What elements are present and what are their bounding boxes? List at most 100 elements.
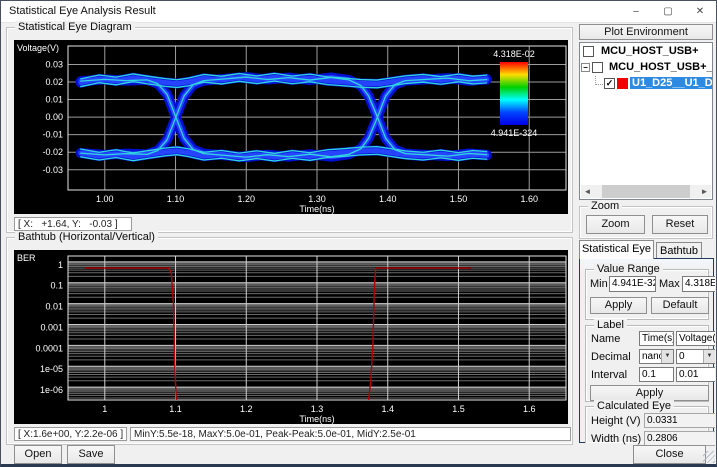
zoom-group-title: Zoom [588,200,622,212]
bathtub-stats: MinY:5.5e-18, MaxY:5.0e-01, Peak-Peak:5.… [130,427,571,441]
svg-text:1.00: 1.00 [96,194,114,204]
maximize-button[interactable]: ▢ [652,1,684,22]
bathtub-group: Bathtub (Horizontal/Vertical) 10.10.010.… [6,237,573,445]
tree-horizontal-scrollbar[interactable]: ◄ ► [581,185,711,198]
tab-label: Statistical Eye [582,243,651,255]
reset-button[interactable]: Reset [652,215,708,234]
zoom-group: Zoom Zoom Reset [579,206,713,239]
decimal-voltage-value: 0 [679,351,685,362]
tree-item-root[interactable]: MCU_HOST_USB+ [580,43,712,59]
svg-text:0.02: 0.02 [45,77,63,87]
tree-item-label[interactable]: MCU_HOST_USB+ [601,45,699,57]
svg-text:1.60: 1.60 [520,194,538,204]
trace-color-swatch [617,78,628,89]
decimal-voltage-combo[interactable]: 0 ▼ [676,349,715,364]
decimal-label: Decimal [591,351,631,363]
eye-height-label: Height (V) [591,415,641,427]
resize-grip[interactable] [703,451,715,463]
svg-text:0.0001: 0.0001 [35,343,63,353]
statistical-eye-diagram-group: Statistical Eye Diagram 0.030.020.010.00… [6,27,573,233]
minimize-button[interactable]: – [620,1,652,22]
tab-bathtub[interactable]: Bathtub [656,242,702,259]
chevron-down-icon[interactable]: ▼ [703,350,715,363]
svg-text:Voltage(V): Voltage(V) [17,43,59,53]
max-label: Max [659,278,680,290]
svg-text:0.1: 0.1 [50,281,63,291]
apply-label: Apply [605,298,633,313]
reset-button-label: Reset [666,216,695,233]
open-button[interactable]: Open [14,445,62,464]
statistical-eye-diagram-title: Statistical Eye Diagram [15,21,135,33]
chevron-down-icon[interactable]: ▼ [661,350,673,363]
eye-diagram-plot[interactable]: 0.030.020.010.00-0.01-0.02-0.031.001.101… [14,40,568,214]
scrollbar-thumb[interactable] [602,185,690,198]
svg-text:1: 1 [58,260,63,270]
value-range-apply-button[interactable]: Apply [590,297,647,314]
svg-text:4.318E-02: 4.318E-02 [493,49,535,59]
tab-label: Bathtub [660,245,698,257]
close-window-button[interactable]: ✕ [684,1,716,22]
svg-text:0.00: 0.00 [45,112,63,122]
svg-text:1.40: 1.40 [379,194,397,204]
svg-text:0.001: 0.001 [40,322,63,332]
tree-item-label[interactable]: MCU_HOST_USB+__MCU_HO [609,61,713,73]
svg-text:0.01: 0.01 [45,95,63,105]
interval-voltage-input[interactable]: 0.01 [676,367,715,382]
eye-cursor-status: [ X: +1.64, Y: -0.03 ] [14,217,132,231]
zoom-button-label: Zoom [601,216,629,233]
bathtub-title: Bathtub (Horizontal/Vertical) [15,231,158,243]
bathtub-plot[interactable]: 10.10.010.0010.00011e-051e-0611.11.21.31… [14,250,568,424]
svg-text:1.50: 1.50 [450,194,468,204]
scroll-left-icon[interactable]: ◄ [581,185,594,198]
name-time-input[interactable]: Time(s) [639,331,674,346]
svg-text:4.941E-324: 4.941E-324 [491,128,538,138]
max-value-input[interactable]: 4.318E-02 [682,276,715,292]
tree-item-label[interactable]: U1_D25__U1_D24 [630,77,713,89]
tree-item-signal-selected[interactable]: ✓ U1_D25__U1_D24 [580,75,712,91]
value-range-default-button[interactable]: Default [651,297,709,314]
svg-text:BER: BER [17,253,36,263]
checkbox-unchecked-icon[interactable] [592,62,603,73]
bathtub-cursor-status: [ X:1.6e+00, Y:2.2e-06 ] [14,427,127,441]
svg-text:1.2: 1.2 [240,404,253,414]
decimal-time-combo[interactable]: nano ▼ [639,349,674,364]
tab-statistical-eye[interactable]: Statistical Eye [579,240,654,259]
eye-width-value: 0.2806 [644,431,715,446]
interval-time-input[interactable]: 0.1 [639,367,674,382]
statistical-eye-tab-panel: Value Range Min 4.941E-324 Max 4.318E-02… [579,258,714,443]
signal-tree[interactable]: MCU_HOST_USB+ − MCU_HOST_USB+__MCU_HO ✓ … [579,42,713,200]
value-range-title: Value Range [594,263,663,275]
svg-text:1.4: 1.4 [381,404,394,414]
svg-text:Time(ns): Time(ns) [299,204,334,214]
plot-environment-button[interactable]: Plot Environment [579,24,713,40]
scroll-right-icon[interactable]: ► [698,185,711,198]
svg-text:1: 1 [102,404,107,414]
save-button[interactable]: Save [67,445,115,464]
name-voltage-input[interactable]: Voltage(V) [676,331,715,346]
tree-connector-line [595,76,603,85]
zoom-button[interactable]: Zoom [586,215,645,234]
close-button[interactable]: Close [633,445,706,464]
calculated-eye-group: Calculated Eye Height (V) 0.0331 Width (… [585,406,709,443]
label-group: Label Name Time(s) Voltage(V) Decimal na… [585,325,709,402]
tree-item-net[interactable]: − MCU_HOST_USB+__MCU_HO [580,59,712,75]
interval-label: Interval [591,369,627,381]
collapse-expander-icon[interactable]: − [581,63,590,72]
svg-text:1e-05: 1e-05 [40,364,63,374]
svg-text:1.3: 1.3 [311,404,324,414]
checkbox-unchecked-icon[interactable] [583,46,594,57]
close-label: Close [655,446,683,463]
svg-text:Time(ns): Time(ns) [299,414,334,424]
svg-text:-0.01: -0.01 [42,130,63,140]
min-value-input[interactable]: 4.941E-324 [609,276,656,292]
svg-text:1.20: 1.20 [237,194,255,204]
svg-text:0.01: 0.01 [45,302,63,312]
svg-text:1.30: 1.30 [308,194,326,204]
label-apply-button[interactable]: Apply [590,385,709,401]
checkbox-checked-icon[interactable]: ✓ [604,78,615,89]
window-title: Statistical Eye Analysis Result [9,5,156,17]
value-range-group: Value Range Min 4.941E-324 Max 4.318E-02… [585,269,709,320]
scrollbar-track [594,185,698,198]
label-group-title: Label [594,319,627,331]
eye-height-value: 0.0331 [644,413,715,428]
